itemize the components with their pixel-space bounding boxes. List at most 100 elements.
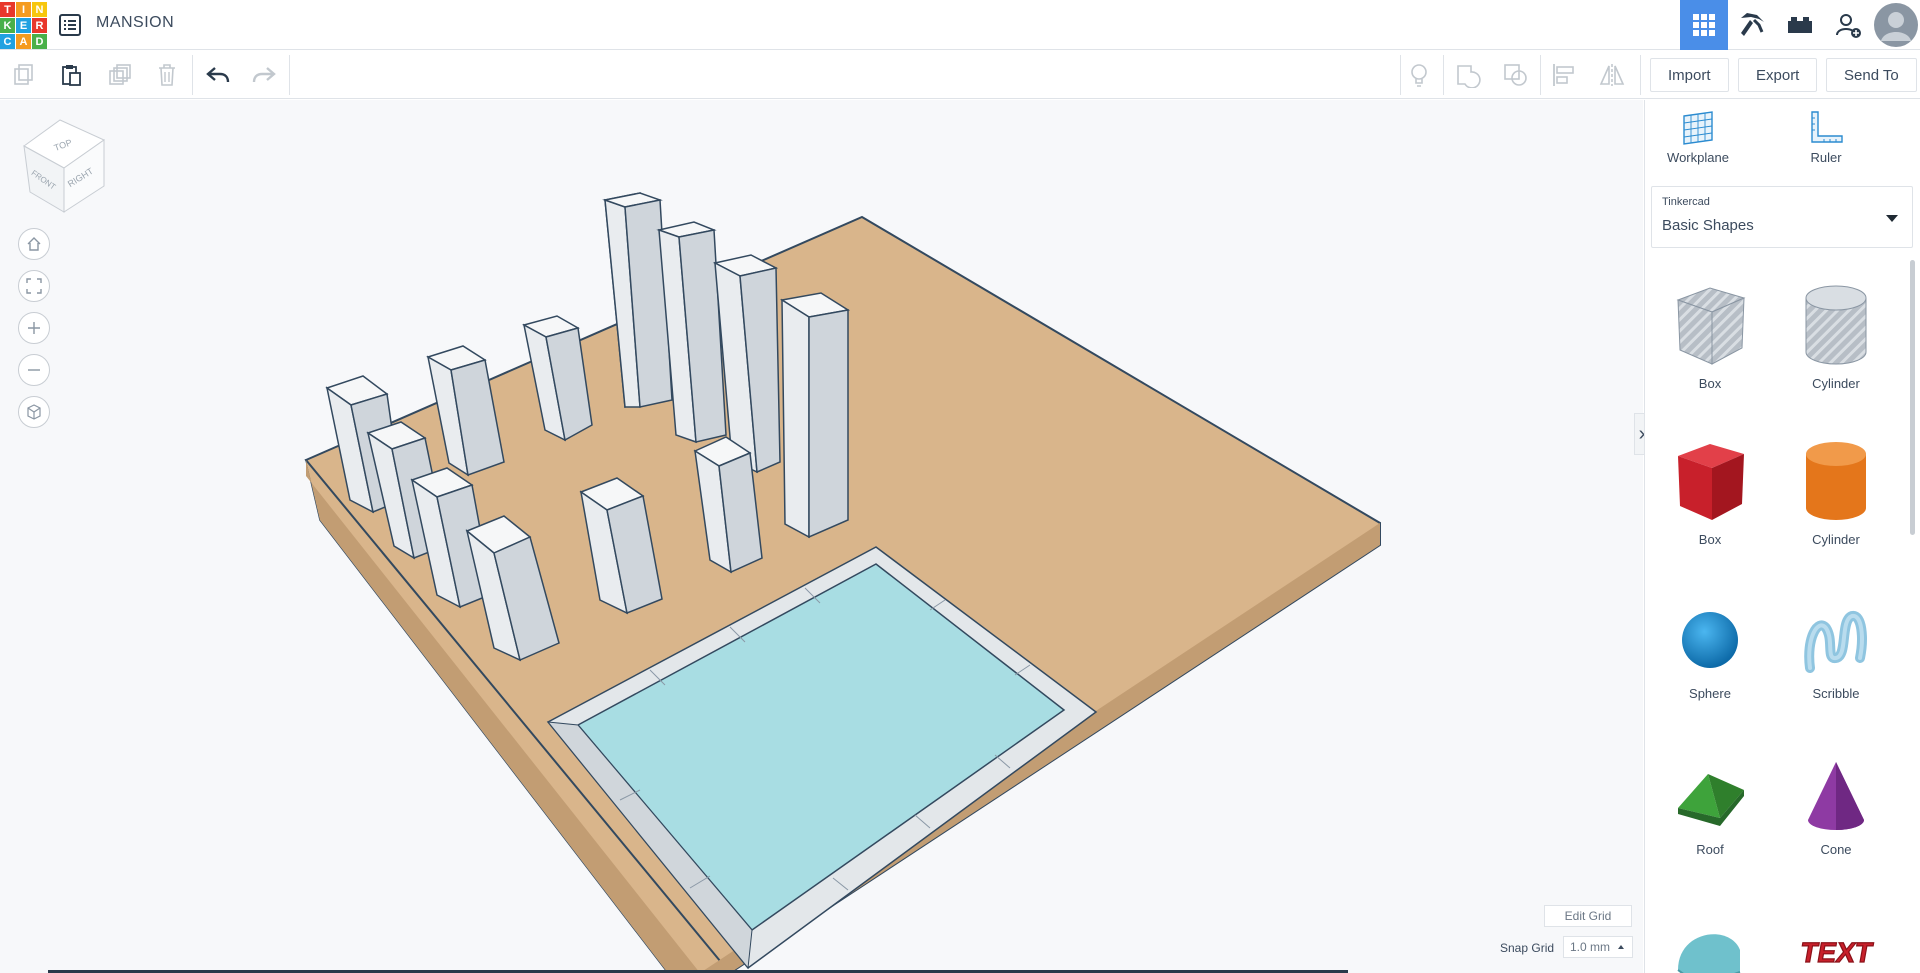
library-name: Basic Shapes [1662, 217, 1754, 234]
mirror-button[interactable] [1596, 59, 1628, 91]
ruler-icon [1811, 111, 1843, 143]
shape-cylinder-hole[interactable]: Cylinder [1781, 282, 1891, 391]
home-icon [27, 237, 41, 251]
align-icon [1553, 64, 1574, 86]
undo-button[interactable] [202, 59, 234, 91]
align-button[interactable] [1548, 59, 1580, 91]
logo-letter: T [0, 2, 15, 17]
logo-letter: N [32, 2, 47, 17]
shape-cone[interactable]: Cone [1781, 754, 1891, 857]
add-user-icon [1836, 14, 1861, 38]
paste-button[interactable] [55, 59, 87, 91]
delete-button[interactable] [151, 59, 183, 91]
ruler-tool[interactable]: Ruler [1781, 110, 1871, 165]
redo-icon [252, 67, 276, 83]
3d-design-view-button[interactable] [1680, 0, 1728, 50]
shape-roof[interactable]: Roof [1655, 754, 1765, 857]
logo-letter: K [0, 18, 15, 33]
export-button[interactable]: Export [1738, 58, 1818, 92]
home-view-button[interactable] [18, 228, 50, 260]
pillar[interactable] [779, 292, 851, 539]
ungroup-button[interactable] [1500, 59, 1532, 91]
text-shape-text: TEXT [1798, 936, 1875, 968]
workplane-label: Workplane [1667, 150, 1729, 165]
edit-grid-button[interactable]: Edit Grid [1544, 905, 1632, 927]
cylinder-hole-icon [1805, 285, 1867, 365]
redo-button[interactable] [248, 59, 280, 91]
shape-library-select[interactable]: Tinkercad Basic Shapes [1651, 186, 1913, 248]
perspective-button[interactable] [18, 396, 50, 428]
box-hole-icon [1676, 287, 1746, 365]
avatar-icon [1874, 3, 1918, 47]
caret-up-icon [1618, 945, 1624, 949]
snap-grid-label: Snap Grid [1500, 941, 1555, 955]
duplicate-button[interactable] [104, 59, 136, 91]
view-cube[interactable]: TOP FRONT RIGHT [23, 119, 106, 213]
shape-label: Scribble [1812, 686, 1860, 701]
fit-icon [26, 278, 42, 294]
shapes-panel: Workplane Ruler Tinkercad Basic Shapes B… [1644, 100, 1920, 973]
undo-icon [206, 67, 230, 83]
shape-label: Cone [1820, 842, 1852, 857]
shape-box-hole[interactable]: Box [1655, 282, 1765, 391]
shape-round-roof[interactable] [1655, 910, 1765, 973]
invite-button[interactable] [1824, 0, 1872, 50]
logo-letter: A [16, 34, 31, 49]
design-title[interactable]: MANSION [96, 14, 174, 32]
zoom-in-button[interactable] [18, 312, 50, 344]
shape-box[interactable]: Box [1655, 438, 1765, 547]
cylinder-icon [1806, 442, 1866, 520]
group-button[interactable] [1452, 59, 1484, 91]
grid-icon [1693, 14, 1715, 36]
snap-grid-value: 1.0 mm [1570, 940, 1611, 954]
shape-label: Cylinder [1812, 532, 1860, 547]
shape-cylinder[interactable]: Cylinder [1781, 438, 1891, 547]
mirror-icon [1599, 64, 1625, 86]
copy-icon [14, 64, 33, 85]
top-bar: TIN KER CAD MANSION [0, 0, 1920, 50]
view-switcher [1680, 0, 1920, 50]
design-list-icon[interactable] [58, 13, 82, 37]
trash-icon [159, 64, 175, 86]
fit-view-button[interactable] [18, 270, 50, 302]
logo-letter: I [16, 2, 31, 17]
workplane-tool[interactable]: Workplane [1653, 110, 1743, 165]
pickaxe-icon [1741, 13, 1764, 36]
shape-label: Box [1698, 376, 1722, 391]
ungroup-icon [1504, 64, 1527, 86]
zoom-out-button[interactable] [18, 354, 50, 386]
round-roof-icon [1677, 934, 1741, 973]
3d-canvas[interactable]: TOP FRONT RIGHT Edit Grid Snap Grid 1.0 … [0, 100, 1643, 973]
paste-icon [62, 65, 81, 86]
chevron-down-icon [1886, 215, 1898, 222]
minecraft-view-button[interactable] [1728, 0, 1776, 50]
plus-icon [28, 322, 40, 334]
logo-letter: R [32, 18, 47, 33]
logo-letter: C [0, 34, 15, 49]
shape-sphere[interactable]: Sphere [1655, 598, 1765, 701]
send-to-button[interactable]: Send To [1826, 58, 1917, 92]
shape-label: Sphere [1689, 686, 1731, 701]
snap-grid-select[interactable]: 1.0 mm [1563, 936, 1633, 958]
logo-letter: D [32, 34, 47, 49]
shape-label: Cylinder [1812, 376, 1860, 391]
tinkercad-logo[interactable]: TIN KER CAD [0, 2, 47, 49]
text-icon: TEXT [1797, 936, 1875, 969]
perspective-icon [27, 404, 41, 420]
shape-label: Roof [1696, 842, 1724, 857]
shape-scribble[interactable]: Scribble [1781, 598, 1891, 701]
copy-button[interactable] [8, 59, 40, 91]
box-icon [1678, 444, 1744, 520]
shape-text[interactable]: TEXT [1781, 910, 1891, 973]
minus-icon [28, 369, 40, 371]
duplicate-icon [109, 64, 131, 85]
scribble-icon [1804, 611, 1867, 673]
panel-scrollbar[interactable] [1910, 260, 1915, 535]
lego-view-button[interactable] [1776, 0, 1824, 50]
import-button[interactable]: Import [1650, 58, 1729, 92]
brick-icon [1788, 17, 1812, 33]
notes-button[interactable] [1403, 59, 1435, 91]
profile-avatar[interactable] [1872, 0, 1920, 50]
roof-icon [1678, 774, 1744, 826]
cone-icon [1808, 762, 1864, 830]
